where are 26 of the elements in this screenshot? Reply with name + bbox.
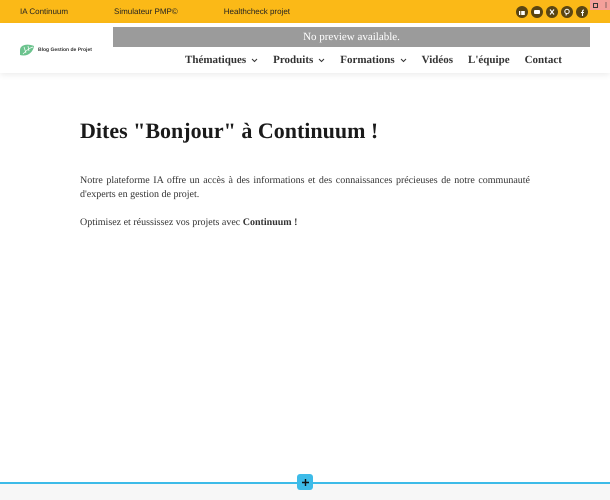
paragraph: Notre plateforme IA offre un accès à des informations et des connaissances précieuses de notre communauté d'experts en gestion de projet.: [80, 174, 530, 202]
paragraph: Optimisez et réussissez vos projets avec Continuum !: [80, 216, 298, 230]
add-section-button[interactable]: [297, 474, 313, 490]
square-icon[interactable]: [593, 2, 598, 8]
chevron-down-icon: [251, 58, 258, 62]
leaf-logo-icon: [19, 43, 35, 57]
nav-link[interactable]: Thématiques: [185, 54, 258, 66]
top-bar-link[interactable]: Simulateur PMP©: [114, 7, 178, 16]
preview-notice: No preview available.: [113, 27, 590, 47]
page-heading: Dites "Bonjour" à Continuum !: [80, 118, 380, 144]
top-bar-link[interactable]: IA Continuum: [20, 7, 68, 16]
nav-link[interactable]: Produits: [273, 54, 326, 66]
chevron-down-icon: [318, 58, 326, 62]
nav-link[interactable]: Formations: [340, 54, 407, 66]
social-icon[interactable]: [546, 6, 558, 18]
top-bar-link[interactable]: Healthcheck projet: [224, 7, 290, 16]
chevron-down-icon: [400, 58, 407, 62]
nav-link[interactable]: Contact: [524, 54, 562, 66]
more-icon[interactable]: [604, 2, 607, 8]
nav-link[interactable]: L'équipe: [468, 54, 510, 66]
social-icon[interactable]: [531, 6, 543, 18]
nav-link[interactable]: Vidéos: [422, 54, 454, 66]
social-icon[interactable]: [561, 6, 573, 18]
plus-icon: [300, 478, 310, 486]
social-icon[interactable]: [516, 6, 528, 18]
social-icon[interactable]: [576, 6, 588, 18]
